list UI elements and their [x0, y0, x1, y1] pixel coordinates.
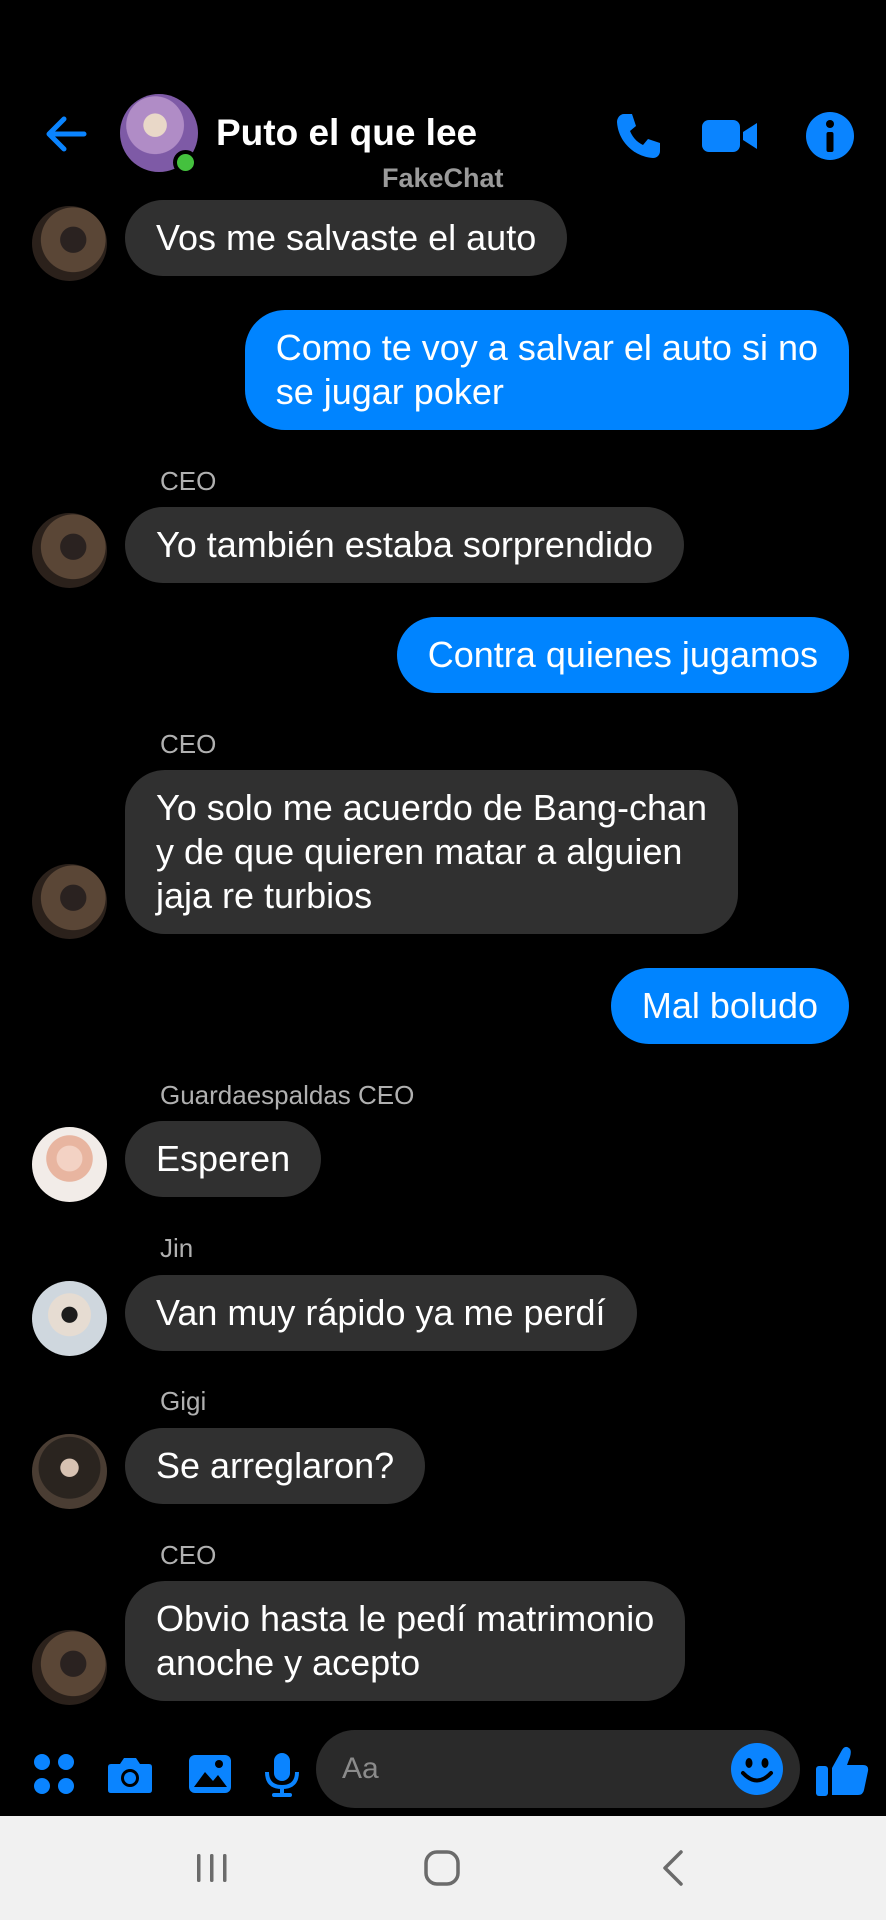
avatar[interactable] [32, 1434, 107, 1509]
home-icon[interactable] [418, 1844, 466, 1892]
message-text: Obvio hasta le pedí matrimonio [156, 1598, 655, 1639]
avatar[interactable] [32, 1281, 107, 1356]
message-text: Se arreglaron? [156, 1445, 395, 1486]
sender-name: Gigi [160, 1386, 207, 1416]
recents-icon[interactable] [188, 1844, 236, 1892]
message-bubble[interactable]: Como te voy a salvar el auto si no se ju… [244, 310, 849, 430]
camera-icon[interactable] [106, 1750, 154, 1798]
video-camera-icon[interactable] [700, 108, 760, 164]
avatar[interactable] [32, 513, 107, 588]
message-text: anoche y acepto [156, 1642, 421, 1683]
chat-subtitle: FakeChat [382, 163, 504, 193]
emoji-icon[interactable] [730, 1742, 784, 1796]
image-icon[interactable] [186, 1750, 234, 1798]
phone-icon[interactable] [610, 108, 666, 164]
system-navigation-bar [0, 1816, 886, 1920]
message-text: y de que quieren matar a alguien [156, 831, 683, 872]
message-text: Vos me salvaste el auto [156, 217, 537, 258]
avatar[interactable] [32, 206, 107, 281]
message-bubble[interactable]: Contra quienes jugamos [396, 617, 849, 693]
avatar[interactable] [32, 1630, 107, 1705]
message-bubble[interactable]: Vos me salvaste el auto [125, 200, 568, 276]
sender-name: Guardaespaldas CEO [160, 1080, 415, 1110]
message-bubble[interactable]: Mal boludo [610, 968, 849, 1044]
microphone-icon[interactable] [262, 1750, 302, 1798]
sender-name: CEO [160, 729, 217, 759]
message-text: Mal boludo [641, 985, 818, 1026]
avatar[interactable] [32, 864, 107, 939]
message-bubble[interactable]: Van muy rápido ya me perdí [125, 1275, 637, 1351]
online-status-dot [173, 150, 198, 175]
chat-title[interactable]: Puto el que lee [216, 112, 477, 154]
chat-header: Puto el que lee FakeChat [0, 0, 886, 195]
message-text: Van muy rápido ya me perdí [156, 1292, 606, 1333]
thumbs-up-icon[interactable] [814, 1742, 872, 1800]
message-text: Yo solo me acuerdo de Bang-chan [156, 787, 708, 828]
message-bubble[interactable]: Se arreglaron? [125, 1428, 426, 1504]
sender-name: CEO [160, 1540, 217, 1570]
apps-icon[interactable] [30, 1750, 78, 1798]
message-bubble[interactable]: Obvio hasta le pedí matrimonio anoche y … [125, 1581, 686, 1701]
back-chevron-icon[interactable] [650, 1844, 698, 1892]
message-text: Contra quienes jugamos [427, 634, 818, 675]
message-text: Yo también estaba sorprendido [156, 524, 654, 565]
sender-name: CEO [160, 466, 217, 496]
message-text: se jugar poker [275, 371, 504, 412]
message-bubble[interactable]: Yo también estaba sorprendido [125, 507, 685, 583]
message-composer [0, 1730, 886, 1816]
message-text: jaja re turbios [156, 875, 373, 916]
message-text: Esperen [156, 1138, 291, 1179]
avatar[interactable] [32, 1127, 107, 1202]
message-bubble[interactable]: Esperen [125, 1121, 322, 1197]
message-input[interactable] [316, 1730, 800, 1808]
arrow-left-icon[interactable] [40, 108, 92, 160]
message-bubble[interactable]: Yo solo me acuerdo de Bang-chan y de que… [125, 770, 739, 934]
info-icon[interactable] [802, 108, 858, 164]
sender-name: Jin [160, 1233, 194, 1263]
message-text: Como te voy a salvar el auto si no [275, 327, 818, 368]
